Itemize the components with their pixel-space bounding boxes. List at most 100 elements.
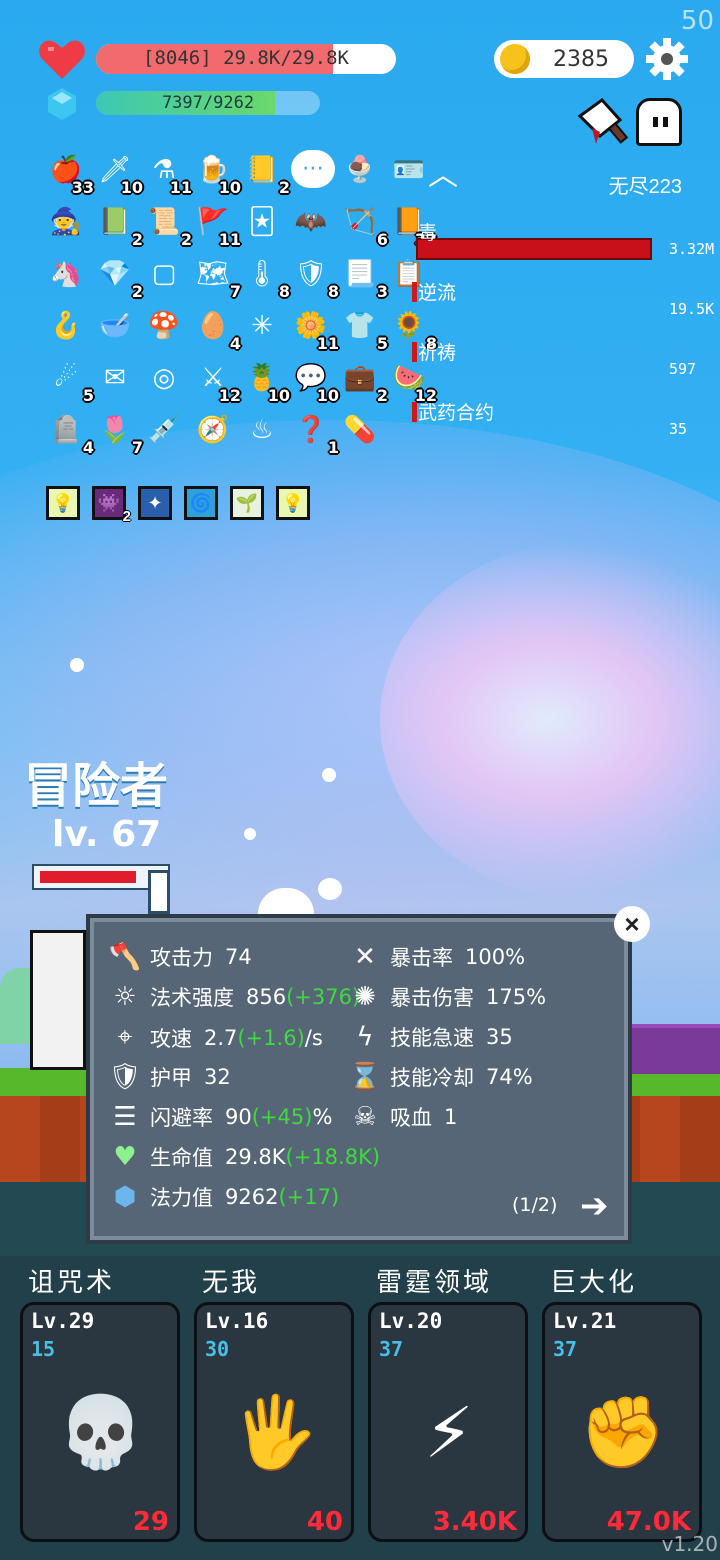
demon-buff-icon[interactable]: 👾 2: [92, 486, 131, 525]
vortex-buff-icon-glyph: 🌀: [189, 492, 213, 513]
dagger-icon[interactable]: 🗡 10: [95, 150, 143, 196]
damage-value: 35: [669, 420, 688, 438]
playing-cards-icon[interactable]: 🃏: [242, 202, 282, 242]
bow-icon[interactable]: 🏹 6: [340, 202, 388, 248]
mana-gem-icon: ⬢: [113, 1182, 137, 1212]
pill-icon[interactable]: 💊: [340, 410, 380, 450]
note-icon[interactable]: 📒 2: [242, 150, 290, 196]
mana-text: 7397/9262: [161, 93, 255, 113]
envelope-icon[interactable]: ✉: [95, 358, 135, 398]
skill-mana-cost: 30: [205, 1337, 230, 1361]
stat-value: 74: [225, 945, 252, 969]
stat-label: 暴击伤害: [390, 986, 474, 1010]
molecule-icon[interactable]: ✳: [242, 306, 282, 346]
skill-card[interactable]: Lv.29 15 💀 29: [20, 1302, 180, 1542]
id-card-icon[interactable]: 🪪: [389, 150, 429, 190]
cleaver-icon[interactable]: [576, 98, 632, 150]
meteor-icon[interactable]: ☄ 5: [46, 358, 94, 404]
shirt-icon-glyph: 👕: [343, 311, 377, 341]
stat-value: 74%: [486, 1065, 533, 1089]
map-icon[interactable]: 🗺 7: [193, 254, 241, 300]
ghost-icon[interactable]: [636, 98, 682, 146]
green-book-icon[interactable]: 📗 2: [95, 202, 143, 248]
lamp-buff-2-icon[interactable]: 💡: [276, 486, 310, 520]
skill-card[interactable]: Lv.20 37 ⚡ 3.40K: [368, 1302, 528, 1542]
stat-value: 2.7: [204, 1025, 238, 1050]
thermometer-icon[interactable]: 🌡 8: [242, 254, 290, 300]
unicorn-icon-glyph: 🦄: [49, 259, 83, 289]
hourglass-icon: ⌛: [348, 1062, 382, 1092]
syringe-icon[interactable]: 💉: [144, 410, 184, 450]
item-count: 5: [376, 334, 388, 353]
mystery-map-icon[interactable]: ❓ 1: [291, 410, 339, 456]
skill-card[interactable]: Lv.21 37 ✊ 47.0K: [542, 1302, 702, 1542]
briefcase-icon[interactable]: 💼 2: [340, 358, 388, 404]
lamp-buff-icon[interactable]: 💡: [46, 486, 80, 520]
empty-slot-icon[interactable]: ▢: [144, 254, 184, 294]
bat-icon[interactable]: 🦇: [291, 202, 331, 242]
shirt-icon[interactable]: 👕 5: [340, 306, 388, 352]
mortar-icon[interactable]: 🥣: [95, 306, 135, 346]
shield-icon: 🛡: [108, 1062, 142, 1092]
speech-bubble-icon-glyph: ⋯: [302, 156, 324, 181]
stat-label: 暴击率: [390, 946, 453, 970]
target-icon[interactable]: ◎: [144, 358, 184, 398]
heat-waves-icon[interactable]: ♨: [242, 410, 282, 450]
daisy-icon[interactable]: 🌼 11: [291, 306, 339, 352]
apple-icon[interactable]: 🍎 33: [46, 150, 94, 196]
envelope-icon-glyph: ✉: [104, 363, 126, 393]
demon-buff-icon-glyph: 👾: [97, 492, 121, 513]
pinecone-icon[interactable]: 🥚 4: [193, 306, 241, 352]
ice-cream-icon[interactable]: 🍨: [340, 150, 380, 190]
skill-mana-cost: 37: [553, 1337, 578, 1361]
compass-icon[interactable]: 🧭: [193, 410, 233, 450]
hook-icon[interactable]: 🪝: [46, 306, 86, 346]
stat-row: 🛡 护甲 32: [108, 1062, 230, 1092]
parchment-icon-glyph: 📃: [343, 259, 377, 289]
parchment-icon[interactable]: 📃 3: [340, 254, 388, 300]
target-icon-glyph: ◎: [152, 363, 176, 393]
gold-amount: 2385: [553, 47, 609, 72]
damage-source-label: 逆流: [418, 283, 457, 304]
flask-icon[interactable]: ⚗ 11: [144, 150, 192, 196]
stat-row: ♥ 生命值 29.8K (+18.8K): [108, 1142, 380, 1172]
close-button[interactable]: ×: [614, 906, 650, 942]
vortex-buff-icon[interactable]: 🌀: [184, 486, 218, 520]
collapse-chevron-icon[interactable]: ︿: [428, 150, 458, 194]
potted-flower-icon-glyph: 🌷: [98, 415, 132, 445]
sword-icon[interactable]: ⚔ 12: [193, 358, 241, 404]
bat-icon-glyph: 🦇: [294, 207, 328, 237]
shield-round-icon[interactable]: 🛡 8: [291, 254, 339, 300]
beer-icon[interactable]: 🍺 10: [193, 150, 241, 196]
stat-value: 9262: [225, 1185, 279, 1209]
speech-bubble-icon[interactable]: ⋯: [291, 150, 335, 188]
item-count: 2: [376, 386, 388, 405]
heat-waves-icon-glyph: ♨: [250, 415, 274, 445]
scroll-icon[interactable]: 📜 2: [144, 202, 192, 248]
wizard-hat-icon[interactable]: 🧙: [46, 202, 86, 242]
stat-row: ⌖ 攻速 2.7 (+1.6)/s: [108, 1022, 323, 1053]
crit-rate-icon: ✕: [354, 942, 376, 972]
pineapple-icon[interactable]: 🍍 10: [242, 358, 290, 404]
stat-row: 🪓 攻击力 74: [108, 942, 252, 972]
chat-bubble-icon[interactable]: 💬 10: [291, 358, 339, 404]
star-burst-buff-icon[interactable]: ✦: [138, 486, 172, 520]
gear-icon[interactable]: [646, 38, 688, 80]
potted-flower-icon[interactable]: 🌷 7: [95, 410, 143, 456]
enemy-sprite: [632, 1024, 720, 1074]
skill-name: 诅咒术: [28, 1268, 116, 1298]
skill-card[interactable]: Lv.16 30 🖐 40: [194, 1302, 354, 1542]
tombstone-icon[interactable]: 🪦 4: [46, 410, 94, 456]
ruby-icon[interactable]: 💎 2: [95, 254, 143, 300]
unicorn-icon[interactable]: 🦄: [46, 254, 86, 294]
next-page-arrow-icon[interactable]: ➔: [580, 1186, 609, 1226]
fist-icon: ✊: [579, 1393, 667, 1471]
gold-counter[interactable]: 2385: [494, 40, 634, 78]
sprout-buff-icon[interactable]: 🌱: [230, 486, 264, 520]
mushroom-icon-glyph: 🍄: [147, 311, 181, 341]
mushroom-icon[interactable]: 🍄: [144, 306, 184, 346]
molecule-icon-glyph: ✳: [251, 311, 273, 341]
red-flag-icon[interactable]: 🚩 11: [193, 202, 241, 248]
map-icon-glyph: 🗺: [196, 259, 230, 289]
hero-level: lv. 67: [52, 814, 162, 855]
